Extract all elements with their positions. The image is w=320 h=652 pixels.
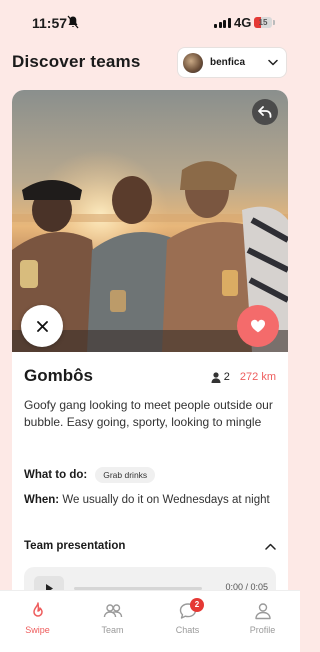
team-card[interactable]: Gombôs 2 272 km Goofy gang looking to me… <box>12 90 288 650</box>
distance: 272 km <box>239 371 276 383</box>
nav-item-profile[interactable]: Profile <box>225 591 300 652</box>
bottom-nav: Swipe Team 2 Chats Profile <box>0 590 300 652</box>
team-selector[interactable]: benfica <box>177 47 287 78</box>
schedule-row: When: We usually do it on Wednesdays at … <box>24 493 280 508</box>
chevron-up-icon <box>265 543 276 550</box>
nav-item-swipe[interactable]: Swipe <box>0 591 75 652</box>
activity-label: What to do: <box>24 469 88 481</box>
schedule-text: We usually do it on Wednesdays at night <box>62 494 270 506</box>
team-avatar <box>183 52 203 73</box>
activity-row: What to do: Grab drinks <box>24 467 156 483</box>
activity-chip: Grab drinks <box>95 467 156 483</box>
nav-item-team[interactable]: Team <box>75 591 150 652</box>
undo-button[interactable] <box>252 99 278 125</box>
nav-label-profile: Profile <box>249 625 276 635</box>
battery-level: 15 <box>258 18 268 27</box>
nav-label-team: Team <box>101 625 124 635</box>
schedule-label: When: <box>24 494 60 506</box>
chevron-down-icon <box>268 59 278 66</box>
close-icon <box>36 320 48 332</box>
network-type: 4G <box>234 15 252 30</box>
undo-icon <box>258 106 272 118</box>
team-name: Gombôs <box>24 366 93 385</box>
status-bar: 11:57 4G 15 <box>0 0 300 44</box>
signal-icon <box>214 16 231 28</box>
team-description: Goofy gang looking to meet people outsid… <box>24 398 273 429</box>
nav-label-swipe: Swipe <box>25 625 50 635</box>
team-presentation-toggle[interactable]: Team presentation <box>24 540 276 552</box>
nav-item-chats[interactable]: 2 Chats <box>150 591 225 652</box>
pass-button[interactable] <box>21 305 63 347</box>
like-button[interactable] <box>237 305 279 347</box>
person-icon <box>211 371 221 383</box>
battery-icon: 15 <box>254 17 275 28</box>
heart-icon <box>250 319 266 333</box>
status-time: 11:57 <box>32 15 68 31</box>
team-selector-value: benfica <box>210 57 246 68</box>
page-title: Discover teams <box>12 52 141 71</box>
person-icon <box>254 603 271 620</box>
member-count: 2 <box>223 371 230 383</box>
chats-badge: 2 <box>190 598 204 612</box>
flame-icon <box>32 602 43 617</box>
team-presentation-label: Team presentation <box>24 540 126 552</box>
bell-muted-icon <box>67 15 79 29</box>
nav-label-chats: Chats <box>175 625 200 635</box>
people-icon <box>103 604 122 618</box>
team-meta: 2 272 km <box>211 371 276 383</box>
